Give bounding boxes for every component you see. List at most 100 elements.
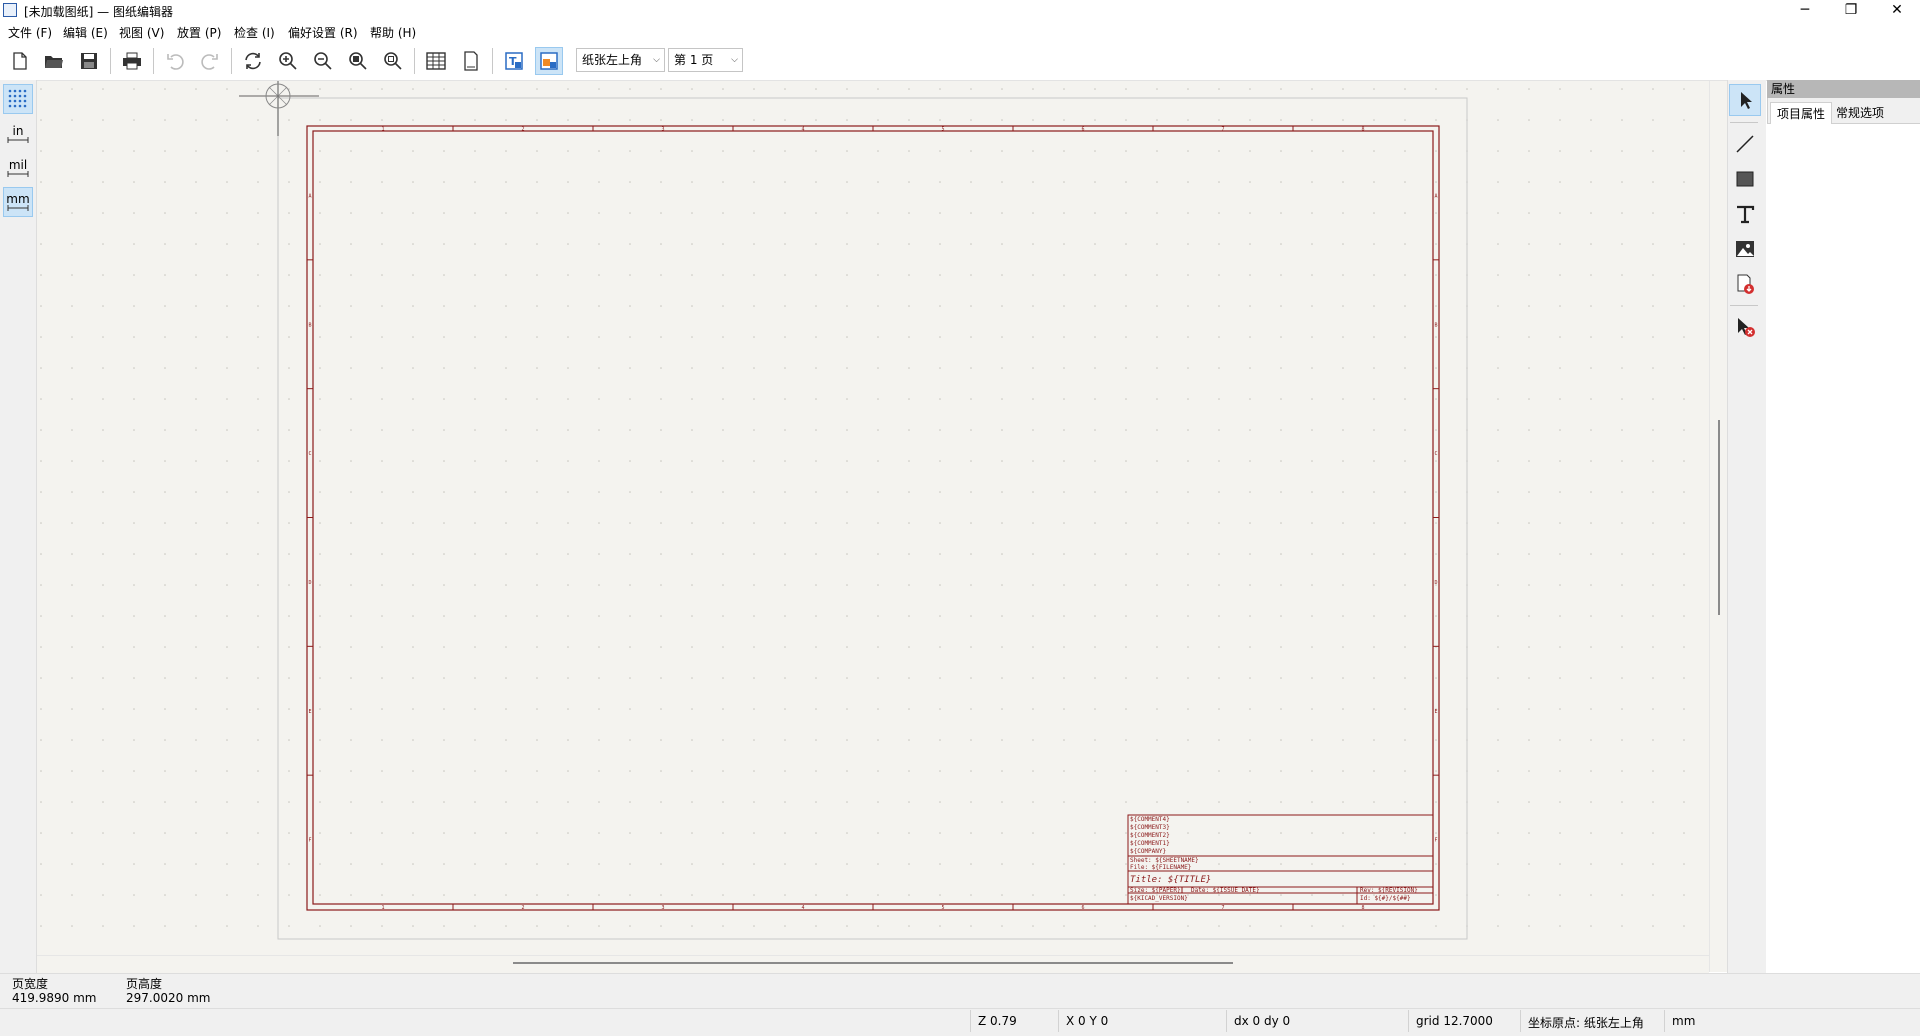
window-title: [未加载图纸] — 图纸编辑器	[24, 5, 173, 19]
delete-tool-icon[interactable]	[1729, 311, 1761, 343]
row-label: F	[308, 838, 311, 844]
properties-header: 属性	[1767, 80, 1920, 98]
table-view-icon[interactable]	[422, 47, 450, 75]
title-block-normal-icon[interactable]: T	[500, 47, 528, 75]
tb-sheet: Sheet: ${SHEETNAME}	[1130, 857, 1199, 864]
row-label: D	[1434, 580, 1437, 586]
grid-background	[37, 81, 1709, 955]
menu-edit[interactable]: 编辑 (E)	[63, 24, 108, 41]
column-label: 5	[941, 127, 944, 133]
tb-date: Date: ${ISSUE_DATE}	[1191, 887, 1260, 894]
column-label: 8	[1361, 905, 1364, 911]
column-label: 6	[1081, 905, 1084, 911]
column-label: 8	[1361, 127, 1364, 133]
status-grid: grid 12.7000	[1416, 1014, 1493, 1028]
tb-kicad-version: ${KICAD_VERSION}	[1130, 895, 1188, 902]
column-label: 2	[521, 127, 524, 133]
status-units: mm	[1672, 1014, 1696, 1028]
tb-rev: Rev: ${REVISION}	[1360, 887, 1418, 894]
drawing-canvas[interactable]: 1 1 2 2 3 3 4 4 5 5 6 6 7 7 8 8 A A B B C C D D E E F F ${COMMENT4…	[37, 81, 1709, 955]
status-origin: 坐标原点: 纸张左上角	[1528, 1016, 1644, 1030]
horizontal-scroll-thumb[interactable]	[513, 962, 1233, 964]
page-height-label: 页高度	[126, 977, 163, 991]
column-label: 6	[1081, 127, 1084, 133]
menu-preferences[interactable]: 偏好设置 (R)	[288, 24, 358, 41]
menu-inspect[interactable]: 检查 (I)	[234, 24, 275, 41]
row-label: E	[1434, 709, 1437, 715]
page-width-label: 页宽度	[12, 977, 49, 991]
sheet-drawing: 1 1 2 2 3 3 4 4 5 5 6 6 7 7 8 8 A A B B C C D D E E F F ${COMMENT4…	[37, 81, 1709, 955]
undo-icon[interactable]	[161, 47, 189, 75]
properties-body	[1767, 123, 1920, 974]
row-label: C	[1434, 451, 1437, 457]
column-label: 1	[381, 127, 384, 133]
row-label: C	[308, 451, 311, 457]
vertical-scroll-thumb[interactable]	[1718, 420, 1720, 615]
tab-general-options[interactable]: 常规选项	[1830, 102, 1890, 124]
append-page-icon[interactable]	[1729, 268, 1761, 300]
maximize-button[interactable]: ❐	[1828, 0, 1874, 22]
unit-inch-button[interactable]: in	[3, 119, 33, 149]
tb-size: Size: ${PAPER}	[1130, 887, 1181, 894]
open-folder-icon[interactable]	[40, 47, 68, 75]
page-height-value: 297.0020 mm	[126, 991, 211, 1005]
grid-dots-icon[interactable]	[3, 84, 33, 114]
row-label: E	[308, 709, 311, 715]
page-combo[interactable]: 第 1 页 ⌵	[668, 48, 743, 72]
unit-mil-button[interactable]: mil	[3, 153, 33, 183]
zoom-fit-icon[interactable]	[344, 47, 372, 75]
print-icon[interactable]	[118, 47, 146, 75]
save-icon[interactable]	[75, 47, 103, 75]
horizontal-scrollbar[interactable]	[37, 955, 1709, 973]
menu-view[interactable]: 视图 (V)	[119, 24, 164, 41]
line-tool-icon[interactable]	[1729, 128, 1761, 160]
new-file-icon[interactable]	[6, 47, 34, 75]
rectangle-tool-icon[interactable]	[1729, 163, 1761, 195]
tb-title: Title: ${TITLE}	[1130, 875, 1211, 885]
refresh-icon[interactable]	[239, 47, 267, 75]
menu-help[interactable]: 帮助 (H)	[370, 24, 416, 41]
text-tool-icon[interactable]	[1729, 198, 1761, 230]
column-label: 7	[1221, 905, 1224, 911]
tab-item-properties[interactable]: 项目属性	[1770, 102, 1833, 124]
row-label: B	[1434, 322, 1437, 328]
row-label: A	[1434, 193, 1437, 199]
status-xy: X 0 Y 0	[1066, 1014, 1109, 1028]
status-zoom: Z 0.79	[978, 1014, 1017, 1028]
close-button[interactable]: ✕	[1874, 0, 1920, 22]
tb-comment3: ${COMMENT3}	[1130, 824, 1170, 831]
select-arrow-icon[interactable]	[1729, 84, 1761, 116]
tb-comment4: ${COMMENT4}	[1130, 816, 1170, 823]
tb-company: ${COMPANY}	[1130, 848, 1166, 855]
tb-comment2: ${COMMENT2}	[1130, 832, 1170, 839]
tb-file: File: ${FILENAME}	[1130, 864, 1191, 871]
zoom-out-icon[interactable]	[309, 47, 337, 75]
menu-place[interactable]: 放置 (P)	[177, 24, 221, 41]
menu-file[interactable]: 文件 (F)	[8, 24, 52, 41]
image-tool-icon[interactable]	[1729, 233, 1761, 265]
title-block-edit-icon[interactable]	[535, 47, 563, 75]
zoom-in-icon[interactable]	[274, 47, 302, 75]
page-portrait-icon[interactable]	[457, 47, 485, 75]
column-label: 7	[1221, 127, 1224, 133]
column-label: 4	[801, 905, 804, 911]
column-label: 5	[941, 905, 944, 911]
unit-mm-button[interactable]: mm	[3, 187, 33, 217]
tb-id: Id: ${#}/${##}	[1360, 895, 1411, 902]
page-width-value: 419.9890 mm	[12, 991, 97, 1005]
row-label: F	[1434, 838, 1437, 844]
origin-combo[interactable]: 纸张左上角 ⌵	[576, 48, 665, 72]
status-dxdy: dx 0 dy 0	[1234, 1014, 1291, 1028]
info-bar	[0, 973, 1920, 1009]
row-label: A	[308, 193, 311, 199]
zoom-selection-icon[interactable]	[379, 47, 407, 75]
tb-comment1: ${COMMENT1}	[1130, 840, 1170, 847]
minimize-button[interactable]: ─	[1782, 0, 1828, 22]
redo-icon[interactable]	[196, 47, 224, 75]
column-label: 3	[661, 127, 664, 133]
column-label: 4	[801, 127, 804, 133]
title-bar	[0, 0, 1920, 22]
column-label: 1	[381, 905, 384, 911]
row-label: B	[308, 322, 311, 328]
app-icon	[3, 3, 17, 17]
